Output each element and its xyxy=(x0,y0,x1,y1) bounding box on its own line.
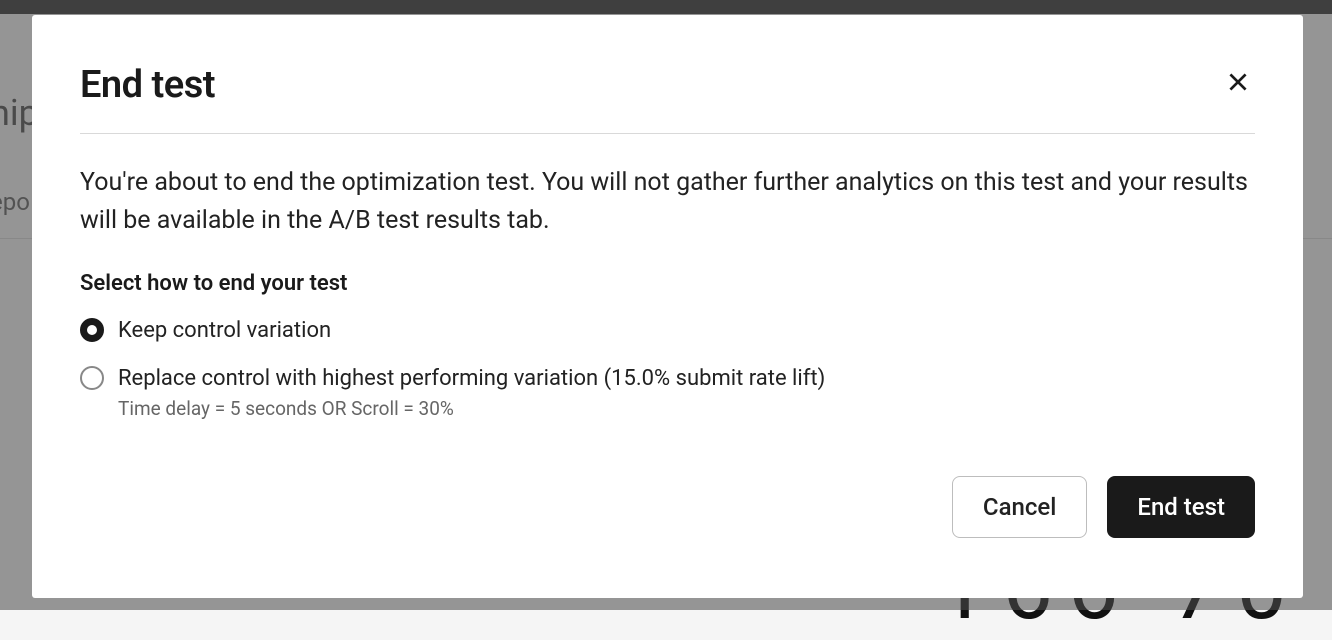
modal-footer: Cancel End test xyxy=(80,460,1255,566)
modal-body: You're about to end the optimization tes… xyxy=(80,134,1255,460)
radio-label: Keep control variation xyxy=(118,316,331,346)
radio-option-replace-control[interactable]: Replace control with highest performing … xyxy=(80,364,1255,421)
close-icon xyxy=(1225,69,1251,95)
section-label: Select how to end your test xyxy=(80,271,1255,296)
cancel-button[interactable]: Cancel xyxy=(952,476,1087,538)
modal-title: End test xyxy=(80,63,215,107)
end-test-button[interactable]: End test xyxy=(1107,476,1255,538)
modal-description: You're about to end the optimization tes… xyxy=(80,164,1255,239)
radio-sublabel: Time delay = 5 seconds OR Scroll = 30% xyxy=(118,397,825,420)
close-button[interactable] xyxy=(1221,65,1255,102)
radio-option-keep-control[interactable]: Keep control variation xyxy=(80,316,1255,346)
radio-indicator-icon xyxy=(80,318,104,342)
radio-group: Keep control variation Replace control w… xyxy=(80,316,1255,420)
modal-header: End test xyxy=(80,63,1255,134)
radio-indicator-icon xyxy=(80,366,104,390)
end-test-modal: End test You're about to end the optimiz… xyxy=(32,15,1303,598)
radio-content: Replace control with highest performing … xyxy=(118,364,825,421)
radio-content: Keep control variation xyxy=(118,316,331,346)
radio-label: Replace control with highest performing … xyxy=(118,364,825,394)
